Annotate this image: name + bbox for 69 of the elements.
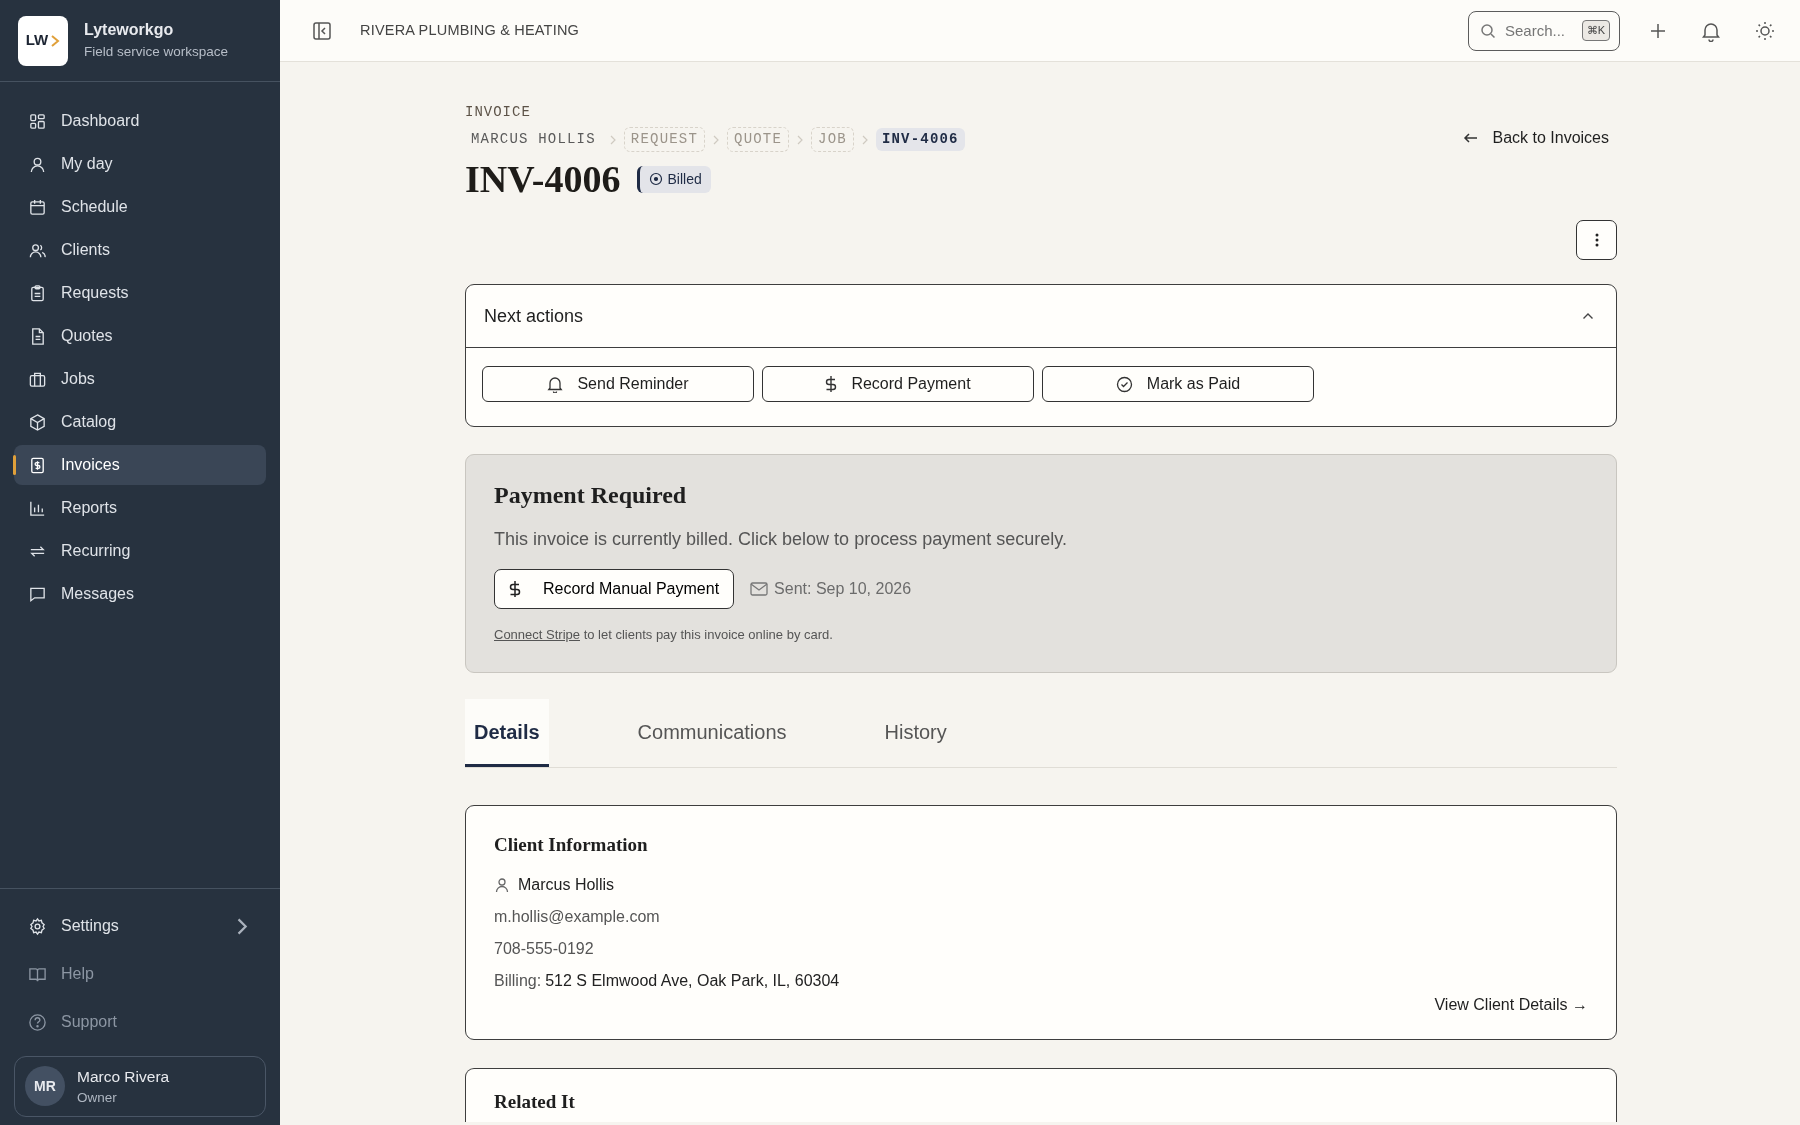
view-client-link[interactable]: View Client Details → <box>1434 993 1588 1018</box>
nav-item[interactable]: Schedule <box>14 187 266 227</box>
nav-item[interactable]: Reports <box>14 488 266 528</box>
nav-item[interactable]: Recurring <box>14 531 266 571</box>
chevron-right-icon <box>797 135 804 146</box>
chevron-right-icon <box>713 135 720 146</box>
user-name: Marco Rivera <box>77 1066 170 1087</box>
chevron-right-icon <box>609 135 616 146</box>
help-icon <box>28 1012 47 1032</box>
dollar-icon <box>825 375 838 393</box>
nav-item[interactable]: Quotes <box>14 316 266 356</box>
back-link[interactable]: Back to Invoices <box>1462 126 1609 150</box>
invoice-title: INV-4006 <box>465 160 621 198</box>
check-circle-icon <box>1115 375 1133 393</box>
calendar-icon <box>28 197 47 217</box>
settings-icon <box>28 916 47 936</box>
nav-item[interactable]: Catalog <box>14 402 266 442</box>
chevron-right-icon <box>861 135 868 146</box>
record-payment-button[interactable]: Record Payment <box>762 366 1034 402</box>
panel-message: This invoice is currently billed. Click below to process payment securely. <box>494 527 1068 551</box>
card-title: Client Information <box>494 834 649 858</box>
client-name: Marcus Hollis <box>518 875 614 896</box>
client-phone: 708-555-0192 <box>494 939 595 960</box>
nav-item[interactable]: Clients <box>14 230 266 270</box>
send-reminder-button[interactable]: Send Reminder <box>482 366 754 402</box>
cube-icon <box>28 412 47 432</box>
panel-title: Payment Required <box>494 481 688 510</box>
breadcrumb-item[interactable]: INV-4006 <box>875 128 965 151</box>
user-card[interactable]: MR Marco Rivera Owner <box>14 1055 266 1117</box>
dollar-icon <box>509 579 521 598</box>
connect-stripe-link[interactable]: Connect Stripe <box>494 626 580 642</box>
billing-label: Billing: <box>494 971 542 992</box>
envelope-icon <box>750 581 769 596</box>
nav-item[interactable]: Invoices <box>14 445 266 485</box>
user-avatar: MR <box>25 1066 65 1107</box>
billing-address: 512 S Elmwood Ave, Oak Park, IL, 60304 <box>545 971 840 992</box>
record-payment-button[interactable]: Record Manual Payment <box>494 568 735 609</box>
user-role: Owner <box>77 1088 118 1107</box>
bell-icon <box>547 375 564 393</box>
mark-paid-button[interactable]: Mark as Paid <box>1042 366 1314 402</box>
nav-item[interactable]: Dashboard <box>14 101 266 141</box>
dashboard-icon <box>28 111 47 131</box>
nav-item[interactable]: Settings <box>14 903 266 949</box>
tab[interactable]: Communications <box>628 699 796 768</box>
sent-date: Sent: Sep 10, 2026 <box>750 576 912 601</box>
client-email: m.hollis@example.com <box>494 907 661 928</box>
card-title: Related It <box>494 1091 576 1114</box>
invoice-icon <box>28 455 47 475</box>
person-icon <box>494 877 510 894</box>
nav-item[interactable]: Requests <box>14 273 266 313</box>
card-title: Next actions <box>484 304 584 328</box>
page-eyebrow: INVOICE <box>465 103 532 122</box>
search-icon <box>1480 22 1496 39</box>
app-logo: LW <box>18 15 68 66</box>
nav-item[interactable]: Messages <box>14 574 266 614</box>
stripe-note: Connect Stripe to let clients pay this invoice online by card. <box>494 625 834 644</box>
company-name: RIVERA PLUMBING & HEATING <box>360 20 580 40</box>
nav-item[interactable]: Jobs <box>14 359 266 399</box>
shortcut-hint: ⌘K <box>1581 20 1610 41</box>
clipboard-icon <box>28 283 47 303</box>
tab[interactable]: Details <box>465 699 549 768</box>
workspace-subtitle: Field service workspace <box>84 43 229 62</box>
nav-item[interactable]: My day <box>14 144 266 184</box>
more-options-button[interactable] <box>1576 220 1617 260</box>
status-badge: Billed <box>636 165 711 193</box>
tab[interactable]: History <box>875 699 956 768</box>
app-name: Lyteworkgo <box>84 20 175 41</box>
breadcrumb-item[interactable]: MARCUS HOLLIS <box>465 128 602 151</box>
more-icon <box>1594 233 1599 247</box>
